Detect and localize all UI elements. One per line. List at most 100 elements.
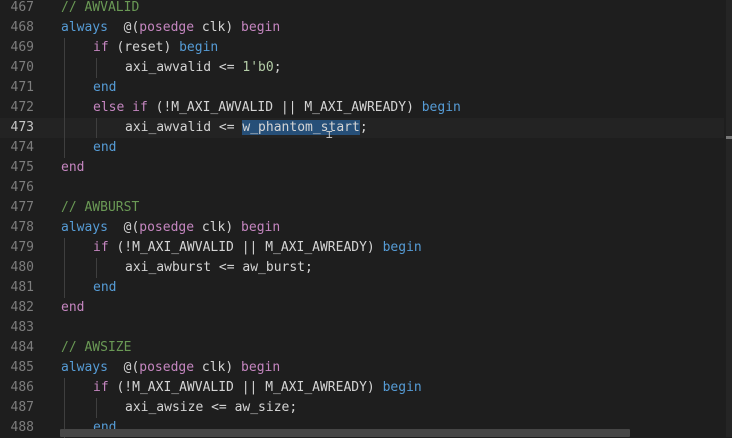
code-token: posedge — [139, 20, 195, 35]
code-token: always — [61, 220, 108, 235]
code-line[interactable]: 473 axi_awvalid <= w_phantom_start; — [0, 118, 724, 138]
indent-guide — [96, 398, 97, 418]
code-token: end — [93, 280, 117, 295]
code-text: axi_awsize <= aw_size; — [125, 398, 297, 418]
code-line[interactable]: 471 end — [0, 78, 724, 98]
code-text: // AWVALID — [61, 0, 139, 18]
line-number: 486 — [10, 380, 34, 395]
line-number: 470 — [10, 60, 34, 75]
code-line[interactable]: 486 if (!M_AXI_AWVALID || M_AXI_AWREADY) … — [0, 378, 724, 398]
code-token: if — [93, 40, 109, 55]
code-line[interactable]: 474 end — [0, 138, 724, 158]
code-token: // AWSIZE — [61, 340, 132, 355]
code-token: 1'b0 — [242, 60, 274, 75]
indent-guide — [64, 98, 65, 118]
indent-guide — [64, 278, 65, 298]
code-token: clk) — [194, 20, 242, 35]
code-token: axi_awsize <= aw_size; — [125, 400, 298, 415]
selected-text: w_phantom_start — [242, 120, 360, 135]
code-token: end — [93, 140, 117, 155]
mouse-cursor-icon: ⌶ — [326, 128, 333, 141]
code-text: if (reset) begin — [93, 38, 218, 58]
code-text: always @(posedge clk) begin — [61, 358, 280, 378]
line-number: 478 — [10, 220, 34, 235]
code-token: (reset) — [108, 40, 180, 55]
code-line[interactable]: 485 always @(posedge clk) begin — [0, 358, 724, 378]
code-line[interactable]: 484 // AWSIZE — [0, 338, 724, 358]
code-token: begin — [382, 380, 422, 395]
code-token: (!M_AXI_AWVALID || M_AXI_AWREADY) — [147, 100, 422, 115]
code-token: posedge — [139, 220, 195, 235]
code-text: else if (!M_AXI_AWVALID || M_AXI_AWREADY… — [93, 98, 461, 118]
code-token: @( — [107, 360, 140, 375]
line-number: 469 — [10, 40, 34, 55]
line-number: 477 — [10, 200, 34, 215]
horizontal-scrollbar[interactable] — [60, 429, 630, 437]
code-token: if — [93, 240, 109, 255]
indent-guide — [96, 258, 97, 278]
line-number: 485 — [10, 360, 34, 375]
code-token: else — [93, 100, 125, 115]
code-token: axi_awburst <= aw_burst; — [125, 260, 313, 275]
line-number: 480 — [10, 260, 34, 275]
code-line[interactable]: 478 always @(posedge clk) begin — [0, 218, 724, 238]
code-token: @( — [107, 220, 140, 235]
code-line[interactable]: 480 axi_awburst <= aw_burst; — [0, 258, 724, 278]
code-token: begin — [382, 240, 422, 255]
code-line[interactable]: 477 // AWBURST — [0, 198, 724, 218]
code-text: always @(posedge clk) begin — [61, 218, 280, 238]
indent-guide — [64, 58, 65, 78]
code-token: if — [93, 380, 109, 395]
code-text: axi_awvalid <= 1'b0; — [125, 58, 282, 78]
code-line[interactable]: 470 axi_awvalid <= 1'b0; — [0, 58, 724, 78]
code-token: // AWVALID — [61, 0, 140, 15]
code-line[interactable]: 468 always @(posedge clk) begin — [0, 18, 724, 38]
code-token: ; — [273, 60, 282, 75]
code-token: begin — [179, 40, 219, 55]
vertical-scrollbar[interactable] — [726, 0, 732, 437]
line-number: 471 — [10, 80, 34, 95]
code-token: if — [132, 100, 148, 115]
code-token: clk) — [194, 220, 242, 235]
line-number: 473 — [10, 120, 34, 135]
line-number: 483 — [10, 320, 34, 335]
code-line[interactable]: 487 axi_awsize <= aw_size; — [0, 398, 724, 418]
code-text: axi_awburst <= aw_burst; — [125, 258, 313, 278]
line-number: 467 — [10, 0, 34, 15]
line-number: 481 — [10, 280, 34, 295]
indent-guide — [64, 118, 65, 138]
code-editor[interactable]: 467 // AWVALID 468 always @(posedge clk) be… — [0, 0, 732, 438]
code-token: begin — [241, 20, 281, 35]
line-number: 472 — [10, 100, 34, 115]
code-line[interactable]: 479 if (!M_AXI_AWVALID || M_AXI_AWREADY) … — [0, 238, 724, 258]
code-token: (!M_AXI_AWVALID || M_AXI_AWREADY) — [108, 380, 383, 395]
code-text: end — [61, 298, 84, 318]
code-line[interactable]: 475 end — [0, 158, 724, 178]
code-line[interactable]: 467 // AWVALID — [0, 0, 724, 18]
indent-guide — [64, 398, 65, 418]
indent-guide — [64, 238, 65, 258]
code-token: clk) — [194, 360, 242, 375]
code-line[interactable]: 476 — [0, 178, 724, 198]
code-token: always — [61, 20, 108, 35]
code-line[interactable]: 481 end — [0, 278, 724, 298]
code-line[interactable]: 472 else if (!M_AXI_AWVALID || M_AXI_AWRE… — [0, 98, 724, 118]
code-text: end — [93, 278, 116, 298]
line-number: 476 — [10, 180, 34, 195]
code-line[interactable]: 482 end — [0, 298, 724, 318]
code-line[interactable]: 469 if (reset) begin — [0, 38, 724, 58]
code-token: axi_awvalid <= — [125, 60, 243, 75]
code-token: @( — [107, 20, 140, 35]
indent-guide — [96, 58, 97, 78]
code-text: // AWSIZE — [61, 338, 131, 358]
code-token: begin — [241, 360, 281, 375]
line-number: 487 — [10, 400, 34, 415]
code-token: // AWBURST — [61, 200, 140, 215]
code-line[interactable]: 483 — [0, 318, 724, 338]
code-text: if (!M_AXI_AWVALID || M_AXI_AWREADY) beg… — [93, 378, 422, 398]
line-number: 474 — [10, 140, 34, 155]
indent-guide — [64, 258, 65, 278]
code-token: (!M_AXI_AWVALID || M_AXI_AWREADY) — [108, 240, 383, 255]
code-token: always — [61, 360, 108, 375]
